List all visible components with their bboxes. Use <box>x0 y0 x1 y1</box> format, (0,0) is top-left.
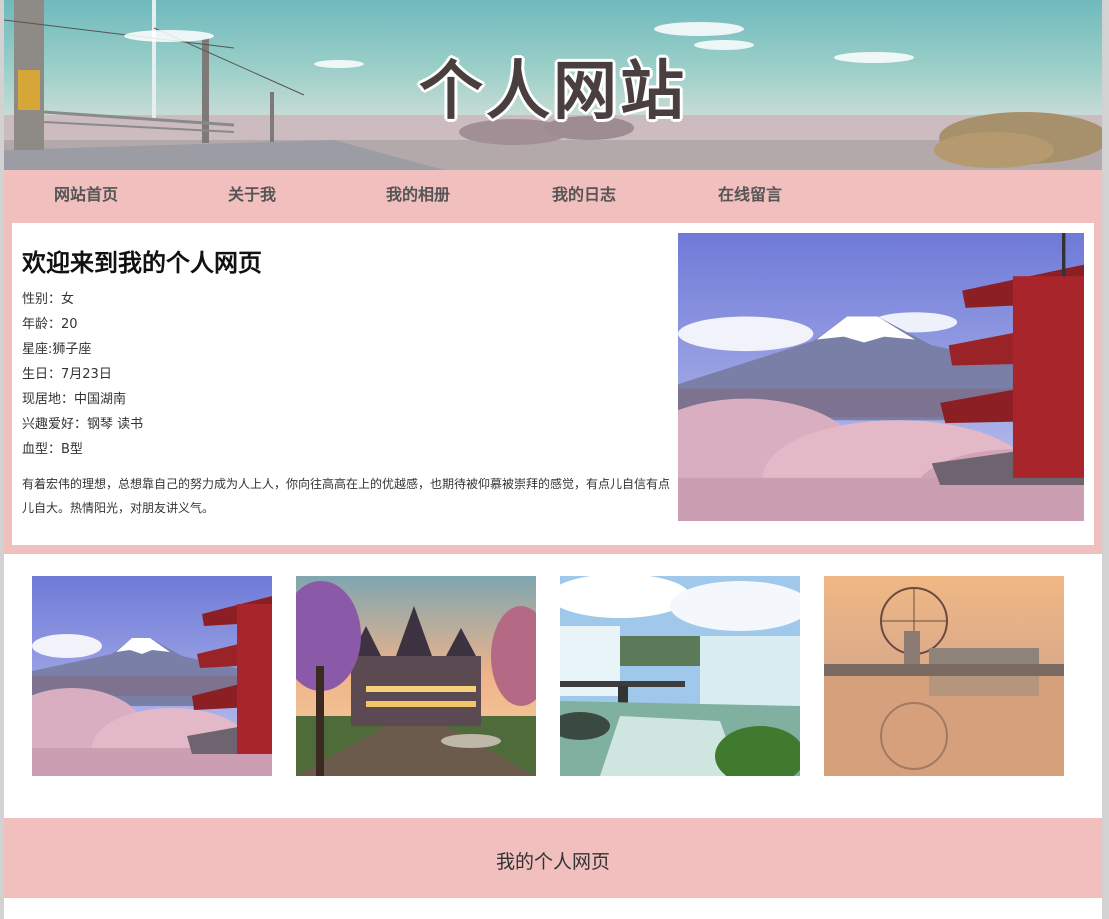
gallery-photo-fuji[interactable] <box>32 576 272 776</box>
waterfall-photo-icon <box>560 576 800 776</box>
nav-item-home[interactable]: 网站首页 <box>54 181 118 205</box>
nav-item-messages[interactable]: 在线留言 <box>718 181 782 205</box>
info-age: 年龄：20 <box>22 317 78 332</box>
gallery-photo-waterfall[interactable] <box>560 576 800 776</box>
intro-title: 欢迎来到我的个人网页 <box>22 249 262 277</box>
fuji-pagoda-photo-icon <box>32 576 272 776</box>
profile-info-list: 性别：女 年龄：20 星座:狮子座 生日：7月23日 现居地：中国湖南 兴趣爱好… <box>22 287 143 462</box>
nav-item-about[interactable]: 关于我 <box>228 181 276 205</box>
nav-item-diary[interactable]: 我的日志 <box>552 181 616 205</box>
site-title: 个人网站 <box>419 55 687 129</box>
info-blood-type: 血型：B型 <box>22 442 83 457</box>
gallery-photo-ferris-wheel[interactable] <box>824 576 1064 776</box>
nav-item-album[interactable]: 我的相册 <box>386 181 450 205</box>
ferris-wheel-photo-icon <box>824 576 1064 776</box>
fuji-pagoda-photo <box>678 233 1084 521</box>
intro-description: 有着宏伟的理想，总想靠自己的努力成为人上人，你向往高高在上的优越感，也期待被仰慕… <box>22 477 671 515</box>
info-location: 现居地：中国湖南 <box>22 392 127 407</box>
gallery-photo-castle[interactable] <box>296 576 536 776</box>
intro-card: 欢迎来到我的个人网页 性别：女 年龄：20 星座:狮子座 生日：7月23日 现居… <box>12 223 1094 545</box>
main-nav: 网站首页 关于我 我的相册 我的日志 在线留言 <box>4 170 1102 214</box>
footer-text: 我的个人网页 <box>495 851 610 873</box>
page: 个人网站 网站首页 关于我 我的相册 我的日志 在线留言 欢迎来到我的个人网页 … <box>4 0 1102 919</box>
header-banner: 个人网站 <box>4 0 1102 170</box>
info-gender: 性别：女 <box>22 292 75 307</box>
info-zodiac: 星座:狮子座 <box>22 342 92 357</box>
info-birthday: 生日：7月23日 <box>22 367 112 382</box>
footer: 我的个人网页 <box>4 818 1102 898</box>
intro-section: 欢迎来到我的个人网页 性别：女 年龄：20 星座:狮子座 生日：7月23日 现居… <box>4 214 1102 554</box>
info-hobbies: 兴趣爱好：钢琴 读书 <box>22 417 144 432</box>
castle-painting-photo-icon <box>296 576 536 776</box>
